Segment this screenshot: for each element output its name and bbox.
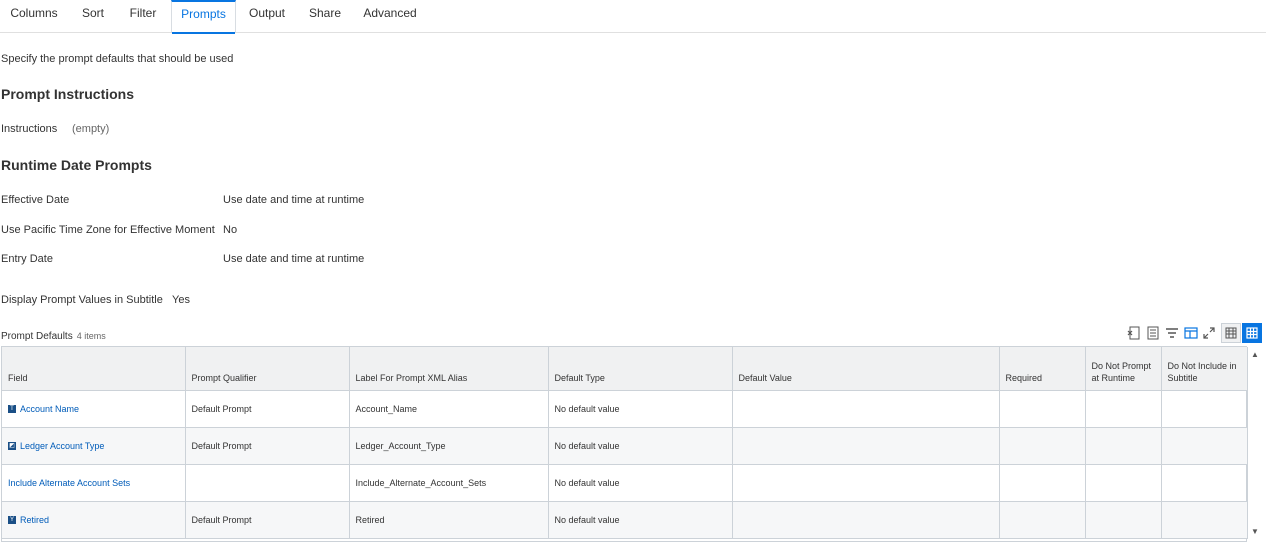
- prompt-defaults-table: Field Prompt Qualifier Label For Prompt …: [2, 347, 1248, 539]
- effective-date-value: Use date and time at runtime: [223, 194, 365, 206]
- alias-cell[interactable]: Ledger_Account_Type: [349, 427, 549, 465]
- tab-advanced[interactable]: Advanced: [360, 0, 420, 32]
- default-type-cell[interactable]: No default value: [548, 501, 733, 539]
- prompt-instructions-heading: Prompt Instructions: [1, 86, 135, 102]
- column-header-default-value[interactable]: Default Value: [732, 347, 1000, 391]
- table-view-icon: [1225, 327, 1237, 339]
- export-pdf-icon[interactable]: [1146, 326, 1160, 340]
- column-header-prompt-qualifier[interactable]: Prompt Qualifier: [185, 347, 350, 391]
- column-header-label-alias[interactable]: Label For Prompt XML Alias: [349, 347, 549, 391]
- tab-bar: Columns Sort Filter Prompts Output Share…: [0, 0, 1266, 34]
- runtime-date-prompts-heading: Runtime Date Prompts: [1, 157, 152, 173]
- entry-date-value: Use date and time at runtime: [223, 253, 365, 265]
- no-subtitle-cell[interactable]: [1161, 427, 1248, 465]
- tab-share[interactable]: Share: [304, 0, 346, 32]
- column-config-icon[interactable]: [1184, 326, 1198, 340]
- pacific-time-zone-value: No: [223, 224, 238, 236]
- default-value-cell[interactable]: [732, 427, 1000, 465]
- tab-output[interactable]: Output: [244, 0, 290, 32]
- field-link[interactable]: Retired: [20, 515, 49, 525]
- alias-cell[interactable]: Account_Name: [349, 390, 549, 428]
- default-value-cell[interactable]: [732, 390, 1000, 428]
- field-cell: Include Alternate Account Sets: [2, 464, 186, 502]
- table-row: Y Retired Default Prompt Retired No defau…: [2, 501, 1248, 539]
- display-prompt-values-value: Yes: [172, 294, 190, 306]
- item-count: 4 items: [76, 331, 106, 341]
- required-cell[interactable]: [999, 464, 1086, 502]
- table-view-button[interactable]: [1221, 323, 1241, 343]
- column-header-do-not-include[interactable]: Do Not Include in Subtitle: [1161, 347, 1248, 391]
- no-subtitle-cell[interactable]: [1161, 464, 1248, 502]
- prompt-defaults-title: Prompt Defaults 4 items: [1, 331, 106, 342]
- expand-icon[interactable]: [1202, 326, 1216, 340]
- pacific-time-zone-label: Use Pacific Time Zone for Effective Mome…: [1, 224, 215, 236]
- default-type-cell[interactable]: No default value: [548, 427, 733, 465]
- default-value-cell[interactable]: [732, 464, 1000, 502]
- field-cell: ◩ Ledger Account Type: [2, 427, 186, 465]
- tab-prompts[interactable]: Prompts: [171, 0, 236, 34]
- table-row: T Account Name Default Prompt Account_Nam…: [2, 390, 1248, 428]
- table-header-row: Field Prompt Qualifier Label For Prompt …: [2, 347, 1248, 391]
- no-subtitle-cell[interactable]: [1161, 501, 1248, 539]
- single-instance-icon: ◩: [8, 442, 16, 451]
- column-header-required[interactable]: Required: [999, 347, 1086, 391]
- qualifier-cell[interactable]: Default Prompt: [185, 390, 350, 428]
- default-type-cell[interactable]: No default value: [548, 390, 733, 428]
- grid-view-icon: [1246, 327, 1258, 339]
- boolean-field-icon: Y: [8, 516, 16, 525]
- column-header-field[interactable]: Field: [2, 347, 186, 391]
- instructions-value: (empty): [72, 123, 110, 135]
- no-prompt-cell[interactable]: [1085, 501, 1162, 539]
- effective-date-label: Effective Date: [1, 194, 70, 206]
- required-cell[interactable]: [999, 390, 1086, 428]
- column-header-do-not-prompt[interactable]: Do Not Prompt at Runtime: [1085, 347, 1162, 391]
- field-link[interactable]: Account Name: [20, 404, 79, 414]
- field-link[interactable]: Include Alternate Account Sets: [8, 478, 130, 488]
- qualifier-cell[interactable]: Default Prompt: [185, 501, 350, 539]
- table-row: Include Alternate Account Sets Include_A…: [2, 464, 1248, 502]
- field-link[interactable]: Ledger Account Type: [20, 441, 104, 451]
- column-header-default-type[interactable]: Default Type: [548, 347, 733, 391]
- alias-cell[interactable]: Retired: [349, 501, 549, 539]
- tab-columns[interactable]: Columns: [6, 0, 62, 32]
- display-prompt-values-label: Display Prompt Values in Subtitle: [1, 294, 163, 306]
- tab-sort[interactable]: Sort: [74, 0, 112, 32]
- qualifier-cell[interactable]: [185, 464, 350, 502]
- grid-view-button[interactable]: [1242, 323, 1262, 343]
- field-cell: Y Retired: [2, 501, 186, 539]
- no-subtitle-cell[interactable]: [1161, 390, 1248, 428]
- text-field-icon: T: [8, 405, 16, 414]
- prompt-defaults-grid: Field Prompt Qualifier Label For Prompt …: [1, 346, 1248, 542]
- instructions-label: Instructions: [1, 123, 58, 135]
- alias-cell[interactable]: Include_Alternate_Account_Sets: [349, 464, 549, 502]
- default-value-cell[interactable]: [732, 501, 1000, 539]
- tab-filter[interactable]: Filter: [122, 0, 164, 32]
- filter-icon[interactable]: [1165, 326, 1179, 340]
- default-type-cell[interactable]: No default value: [548, 464, 733, 502]
- scroll-down-icon[interactable]: ▼: [1250, 527, 1260, 537]
- qualifier-cell[interactable]: Default Prompt: [185, 427, 350, 465]
- intro-text: Specify the prompt defaults that should …: [1, 53, 234, 65]
- field-cell: T Account Name: [2, 390, 186, 428]
- no-prompt-cell[interactable]: [1085, 464, 1162, 502]
- scroll-up-icon[interactable]: ▲: [1250, 350, 1260, 360]
- prompt-defaults-label: Prompt Defaults: [1, 331, 73, 342]
- required-cell[interactable]: [999, 501, 1086, 539]
- required-cell[interactable]: [999, 427, 1086, 465]
- table-row: ◩ Ledger Account Type Default Prompt Ledg…: [2, 427, 1248, 465]
- no-prompt-cell[interactable]: [1085, 427, 1162, 465]
- entry-date-label: Entry Date: [1, 253, 53, 265]
- no-prompt-cell[interactable]: [1085, 390, 1162, 428]
- export-excel-icon[interactable]: [1127, 326, 1141, 340]
